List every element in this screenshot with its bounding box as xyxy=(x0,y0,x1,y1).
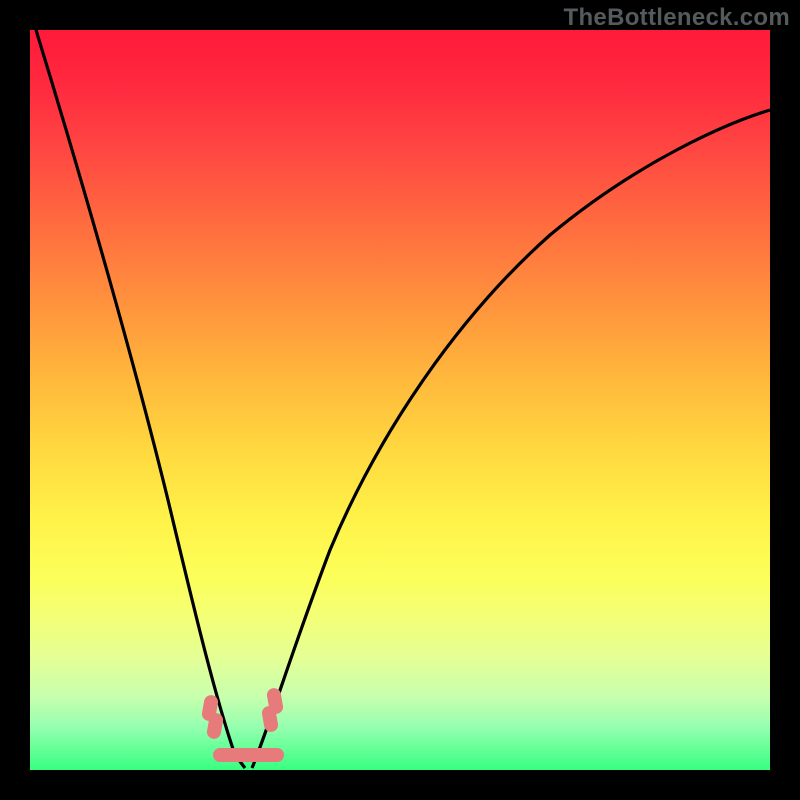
curve-left xyxy=(36,30,245,768)
curve-right xyxy=(252,110,770,768)
highlight-dot xyxy=(244,748,284,762)
chart-frame: TheBottleneck.com xyxy=(0,0,800,800)
chart-curves xyxy=(30,30,770,770)
watermark-text: TheBottleneck.com xyxy=(564,4,790,32)
plot-area xyxy=(30,30,770,770)
